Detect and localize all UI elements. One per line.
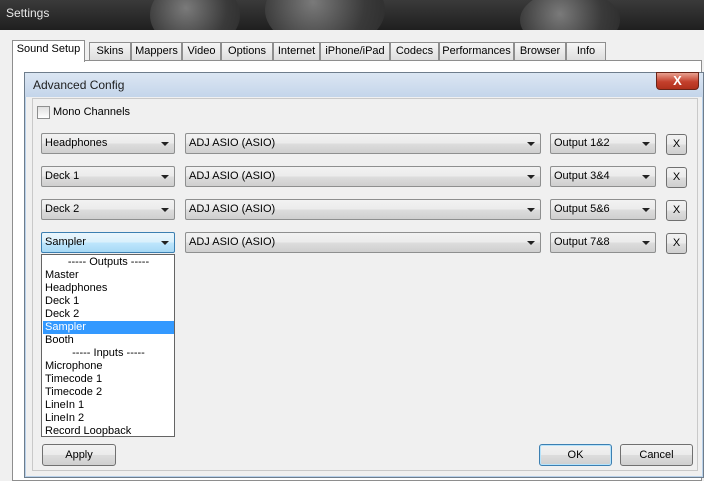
chevron-down-icon	[161, 241, 169, 245]
output-select-value: Output 3&4	[554, 170, 610, 182]
output-select[interactable]: Output 5&6	[550, 199, 656, 220]
dialog-title-bar: Advanced Config	[25, 73, 703, 97]
dropdown-option-selected[interactable]: Sampler	[43, 321, 174, 334]
channel-dropdown-list: ----- Outputs ----- Master Headphones De…	[41, 254, 175, 437]
tab-iphone-ipad[interactable]: iPhone/iPad	[320, 42, 390, 61]
chevron-down-icon	[527, 175, 535, 179]
close-icon: X	[673, 73, 682, 88]
chevron-down-icon	[527, 208, 535, 212]
tab-video[interactable]: Video	[182, 42, 221, 61]
chevron-down-icon	[642, 142, 650, 146]
device-select-value: ADJ ASIO (ASIO)	[189, 137, 276, 149]
dropdown-option[interactable]: LineIn 2	[43, 412, 174, 425]
tab-skins[interactable]: Skins	[89, 42, 131, 61]
tab-options[interactable]: Options	[221, 42, 273, 61]
dropdown-option[interactable]: Timecode 1	[43, 373, 174, 386]
remove-row-button[interactable]: X	[666, 134, 687, 155]
settings-title-bar: Settings	[0, 0, 704, 50]
tab-mappers[interactable]: Mappers	[131, 42, 182, 61]
close-button[interactable]: X	[656, 72, 699, 90]
remove-row-button[interactable]: X	[666, 233, 687, 254]
remove-row-button[interactable]: X	[666, 200, 687, 221]
dropdown-option[interactable]: Microphone	[43, 360, 174, 373]
channel-select[interactable]: Deck 1	[41, 166, 175, 187]
dropdown-option[interactable]: Headphones	[43, 282, 174, 295]
dropdown-group-header: ----- Inputs -----	[72, 347, 145, 359]
output-select[interactable]: Output 1&2	[550, 133, 656, 154]
dialog-title: Advanced Config	[33, 78, 125, 92]
tab-performances[interactable]: Performances	[439, 42, 514, 61]
dropdown-option[interactable]: Deck 2	[43, 308, 174, 321]
device-select[interactable]: ADJ ASIO (ASIO)	[185, 199, 541, 220]
chevron-down-icon	[527, 241, 535, 245]
chevron-down-icon	[642, 175, 650, 179]
tab-browser[interactable]: Browser	[514, 42, 566, 61]
tab-codecs[interactable]: Codecs	[390, 42, 439, 61]
tab-internet[interactable]: Internet	[273, 42, 320, 61]
chevron-down-icon	[161, 208, 169, 212]
channel-select[interactable]: Deck 2	[41, 199, 175, 220]
output-select-value: Output 7&8	[554, 236, 610, 248]
device-select-value: ADJ ASIO (ASIO)	[189, 236, 276, 248]
chevron-down-icon	[161, 142, 169, 146]
device-select[interactable]: ADJ ASIO (ASIO)	[185, 166, 541, 187]
device-select-value: ADJ ASIO (ASIO)	[189, 170, 276, 182]
dropdown-option[interactable]: LineIn 1	[43, 399, 174, 412]
dropdown-option[interactable]: Deck 1	[43, 295, 174, 308]
ok-button[interactable]: OK	[539, 444, 612, 466]
output-select[interactable]: Output 7&8	[550, 232, 656, 253]
settings-tab-bar: Sound Setup Skins Mappers Video Options …	[12, 40, 702, 62]
dropdown-group-header: ----- Outputs -----	[67, 256, 150, 268]
tab-sound-setup[interactable]: Sound Setup	[12, 40, 85, 62]
dropdown-option[interactable]: Booth	[43, 334, 174, 347]
output-select[interactable]: Output 3&4	[550, 166, 656, 187]
window-title: Settings	[6, 6, 50, 20]
mono-channels-label: Mono Channels	[53, 106, 131, 118]
channel-select-value: Sampler	[45, 236, 86, 248]
chevron-down-icon	[161, 175, 169, 179]
dropdown-option[interactable]: Record Loopback	[43, 425, 174, 438]
remove-row-button[interactable]: X	[666, 167, 687, 188]
tab-info[interactable]: Info	[566, 42, 606, 61]
dropdown-option[interactable]: Master	[43, 269, 174, 282]
device-select-value: ADJ ASIO (ASIO)	[189, 203, 276, 215]
channel-select[interactable]: Headphones	[41, 133, 175, 154]
chevron-down-icon	[527, 142, 535, 146]
channel-select-value: Deck 2	[45, 203, 80, 215]
device-select[interactable]: ADJ ASIO (ASIO)	[185, 133, 541, 154]
mono-channels-checkbox[interactable]	[37, 106, 50, 119]
device-select[interactable]: ADJ ASIO (ASIO)	[185, 232, 541, 253]
dropdown-option[interactable]: Timecode 2	[43, 386, 174, 399]
chevron-down-icon	[642, 241, 650, 245]
channel-select[interactable]: Sampler	[41, 232, 175, 253]
cancel-button[interactable]: Cancel	[620, 444, 693, 466]
output-select-value: Output 1&2	[554, 137, 610, 149]
channel-select-value: Headphones	[45, 137, 108, 149]
apply-button[interactable]: Apply	[42, 444, 116, 466]
channel-select-value: Deck 1	[45, 170, 80, 182]
chevron-down-icon	[642, 208, 650, 212]
output-select-value: Output 5&6	[554, 203, 610, 215]
